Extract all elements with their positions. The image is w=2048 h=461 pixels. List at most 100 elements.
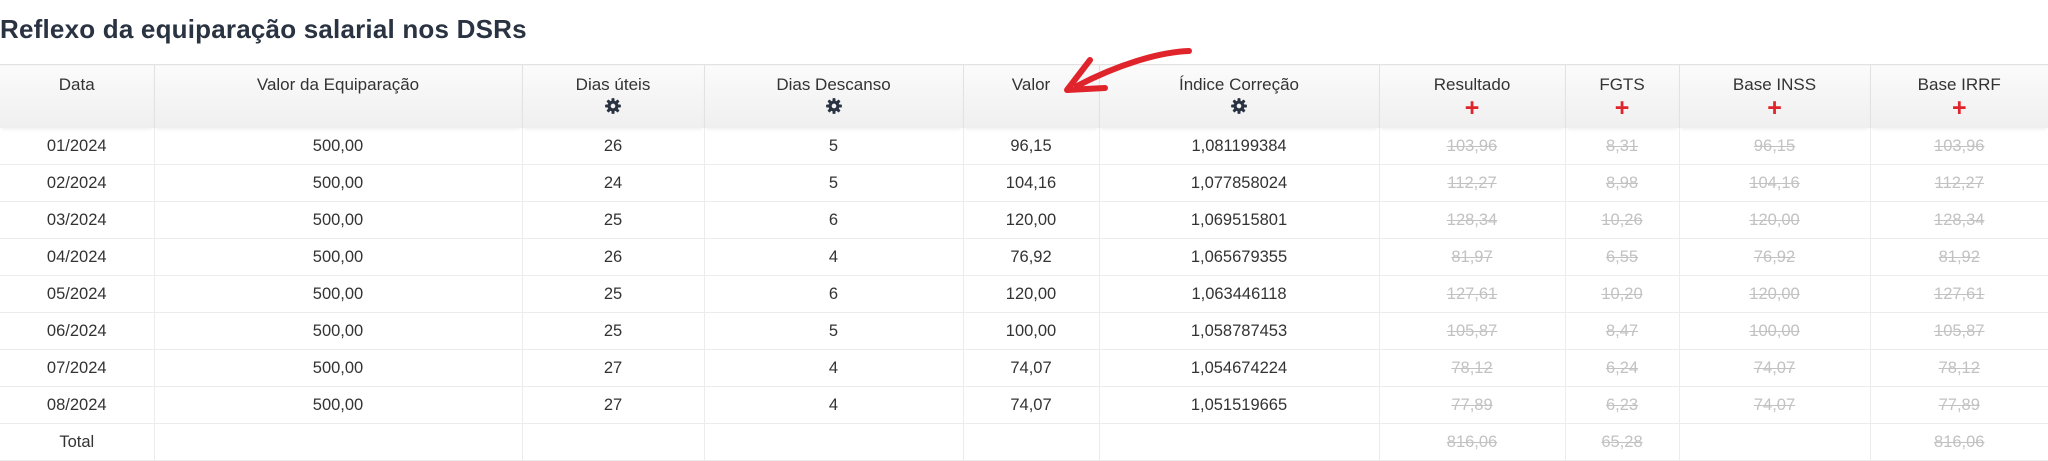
cell-base-inss: 120,00 (1678, 275, 1870, 313)
cell-fgts: 8,47 (1564, 312, 1679, 350)
total-cell-empty (1098, 423, 1379, 461)
plus-icon[interactable]: + (1680, 96, 1870, 121)
table-row: 06/2024 500,00 25 5 100,00 1,058787453 1… (0, 312, 2048, 350)
plus-icon[interactable]: + (1566, 96, 1679, 121)
cell-fgts: 8,31 (1564, 128, 1679, 165)
annotation-arrow-icon (1064, 48, 1192, 93)
col-header-label: Dias Descanso (776, 75, 891, 94)
total-cell-empty (703, 423, 963, 461)
gear-icon[interactable] (705, 97, 963, 119)
cell-dias-descanso: 5 (703, 128, 963, 165)
table-row: 05/2024 500,00 25 6 120,00 1,063446118 1… (0, 275, 2048, 313)
plus-icon[interactable]: + (1871, 96, 2048, 121)
cell-resultado: 81,97 (1378, 238, 1565, 276)
cell-base-inss: 100,00 (1678, 312, 1870, 350)
total-fgts: 65,28 (1564, 423, 1679, 461)
total-base-irrf: 816,06 (1869, 423, 2048, 461)
cell-resultado: 112,27 (1378, 164, 1565, 202)
col-header-base-inss: Base INSS + (1678, 64, 1870, 128)
cell-fgts: 6,23 (1564, 386, 1679, 424)
cell-fgts: 10,26 (1564, 201, 1679, 239)
col-header-resultado: Resultado + (1378, 64, 1565, 128)
cell-base-irrf: 112,27 (1869, 164, 2048, 202)
cell-indice-correcao: 1,077858024 (1098, 164, 1379, 202)
col-header-fgts: FGTS + (1564, 64, 1679, 128)
col-header-valor-equiparacao: Valor da Equiparação (153, 64, 522, 128)
col-header-label: Valor da Equiparação (256, 75, 420, 94)
cell-fgts: 8,98 (1564, 164, 1679, 202)
table-row: 03/2024 500,00 25 6 120,00 1,069515801 1… (0, 201, 2048, 239)
cell-data: 05/2024 (0, 275, 154, 313)
cell-valor-equiparacao: 500,00 (153, 128, 522, 165)
cell-fgts: 6,55 (1564, 238, 1679, 276)
cell-resultado: 77,89 (1378, 386, 1565, 424)
cell-indice-correcao: 1,054674224 (1098, 349, 1379, 387)
cell-valor: 104,16 (962, 164, 1099, 202)
cell-dias-descanso: 6 (703, 275, 963, 313)
col-header-label: FGTS (1599, 75, 1645, 94)
cell-valor: 96,15 (962, 128, 1099, 165)
cell-valor: 120,00 (962, 201, 1099, 239)
total-cell-empty (962, 423, 1099, 461)
cell-base-inss: 74,07 (1678, 349, 1870, 387)
cell-valor: 76,92 (962, 238, 1099, 276)
col-header-label: Base INSS (1732, 75, 1817, 94)
col-header-dias-descanso: Dias Descanso (703, 64, 963, 128)
cell-data: 07/2024 (0, 349, 154, 387)
cell-resultado: 103,96 (1378, 128, 1565, 165)
cell-valor-equiparacao: 500,00 (153, 238, 522, 276)
cell-base-inss: 96,15 (1678, 128, 1870, 165)
cell-dias-descanso: 5 (703, 312, 963, 350)
table-header-row: Data Valor da Equiparação Dias úteis Dia… (0, 64, 2048, 128)
cell-dias-uteis: 25 (521, 312, 704, 350)
cell-valor-equiparacao: 500,00 (153, 275, 522, 313)
cell-data: 01/2024 (0, 128, 154, 165)
cell-valor-equiparacao: 500,00 (153, 349, 522, 387)
cell-dias-uteis: 26 (521, 128, 704, 165)
total-row: Total 816,06 65,28 816,06 (0, 423, 2048, 461)
cell-valor: 74,07 (962, 386, 1099, 424)
cell-dias-descanso: 4 (703, 386, 963, 424)
total-cell-empty (521, 423, 704, 461)
total-cell-empty (153, 423, 522, 461)
cell-resultado: 127,61 (1378, 275, 1565, 313)
cell-dias-uteis: 27 (521, 386, 704, 424)
cell-dias-descanso: 5 (703, 164, 963, 202)
cell-indice-correcao: 1,051519665 (1098, 386, 1379, 424)
cell-valor-equiparacao: 500,00 (153, 164, 522, 202)
cell-base-irrf: 105,87 (1869, 312, 2048, 350)
cell-data: 02/2024 (0, 164, 154, 202)
cell-valor-equiparacao: 500,00 (153, 312, 522, 350)
cell-base-irrf: 78,12 (1869, 349, 2048, 387)
cell-fgts: 6,24 (1564, 349, 1679, 387)
cell-indice-correcao: 1,069515801 (1098, 201, 1379, 239)
cell-dias-uteis: 25 (521, 201, 704, 239)
cell-dias-uteis: 25 (521, 275, 704, 313)
cell-base-inss: 120,00 (1678, 201, 1870, 239)
table-row: 08/2024 500,00 27 4 74,07 1,051519665 77… (0, 386, 2048, 424)
cell-data: 06/2024 (0, 312, 154, 350)
gear-icon[interactable] (523, 97, 704, 119)
cell-valor-equiparacao: 500,00 (153, 201, 522, 239)
cell-base-irrf: 81,92 (1869, 238, 2048, 276)
plus-icon[interactable]: + (1380, 96, 1565, 121)
cell-valor: 74,07 (962, 349, 1099, 387)
page-title: Reflexo da equiparação salarial nos DSRs (0, 14, 527, 44)
cell-valor: 120,00 (962, 275, 1099, 313)
cell-indice-correcao: 1,065679355 (1098, 238, 1379, 276)
cell-dias-descanso: 4 (703, 238, 963, 276)
cell-dias-uteis: 26 (521, 238, 704, 276)
cell-base-irrf: 77,89 (1869, 386, 2048, 424)
cell-data: 03/2024 (0, 201, 154, 239)
cell-data: 04/2024 (0, 238, 154, 276)
cell-dias-uteis: 27 (521, 349, 704, 387)
cell-base-inss: 76,92 (1678, 238, 1870, 276)
dsr-table: Data Valor da Equiparação Dias úteis Dia… (0, 64, 2048, 461)
cell-valor: 100,00 (962, 312, 1099, 350)
col-header-dias-uteis: Dias úteis (521, 64, 704, 128)
col-header-data: Data (0, 64, 154, 128)
cell-base-inss: 104,16 (1678, 164, 1870, 202)
cell-indice-correcao: 1,081199384 (1098, 128, 1379, 165)
cell-data: 08/2024 (0, 386, 154, 424)
table-row: 07/2024 500,00 27 4 74,07 1,054674224 78… (0, 349, 2048, 387)
